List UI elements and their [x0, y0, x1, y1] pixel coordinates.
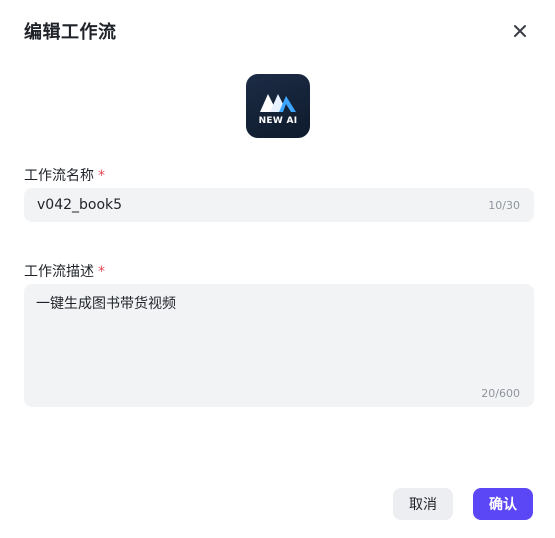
new-ai-logo-icon	[260, 94, 296, 112]
workflow-description-counter: 20/600	[481, 387, 520, 400]
workflow-description-value: 一键生成图书带货视频	[36, 296, 176, 312]
required-mark: *	[98, 168, 105, 184]
cancel-button[interactable]: 取消	[393, 488, 453, 520]
workflow-name-label-text: 工作流名称	[24, 168, 94, 184]
close-button[interactable]	[509, 20, 531, 42]
confirm-button[interactable]: 确认	[473, 488, 533, 520]
close-icon	[514, 25, 526, 37]
dialog-title: 编辑工作流	[24, 22, 117, 43]
workflow-description-textarea[interactable]: 一键生成图书带货视频 20/600	[24, 284, 534, 407]
workflow-description-label-text: 工作流描述	[24, 264, 94, 280]
workflow-description-label: 工作流描述 *	[24, 261, 105, 281]
required-mark: *	[98, 264, 105, 280]
logo-text: NEW AI	[258, 116, 298, 126]
workflow-name-label: 工作流名称 *	[24, 165, 105, 185]
workflow-name-value: v042_book5	[37, 197, 123, 213]
workflow-name-input[interactable]: v042_book5 10/30	[24, 188, 534, 222]
workflow-logo: NEW AI	[246, 74, 310, 138]
edit-workflow-dialog: 编辑工作流 NEW AI 工作流名称 * v042_book5 10/30 工作流…	[0, 0, 555, 538]
workflow-name-counter: 10/30	[488, 199, 520, 212]
